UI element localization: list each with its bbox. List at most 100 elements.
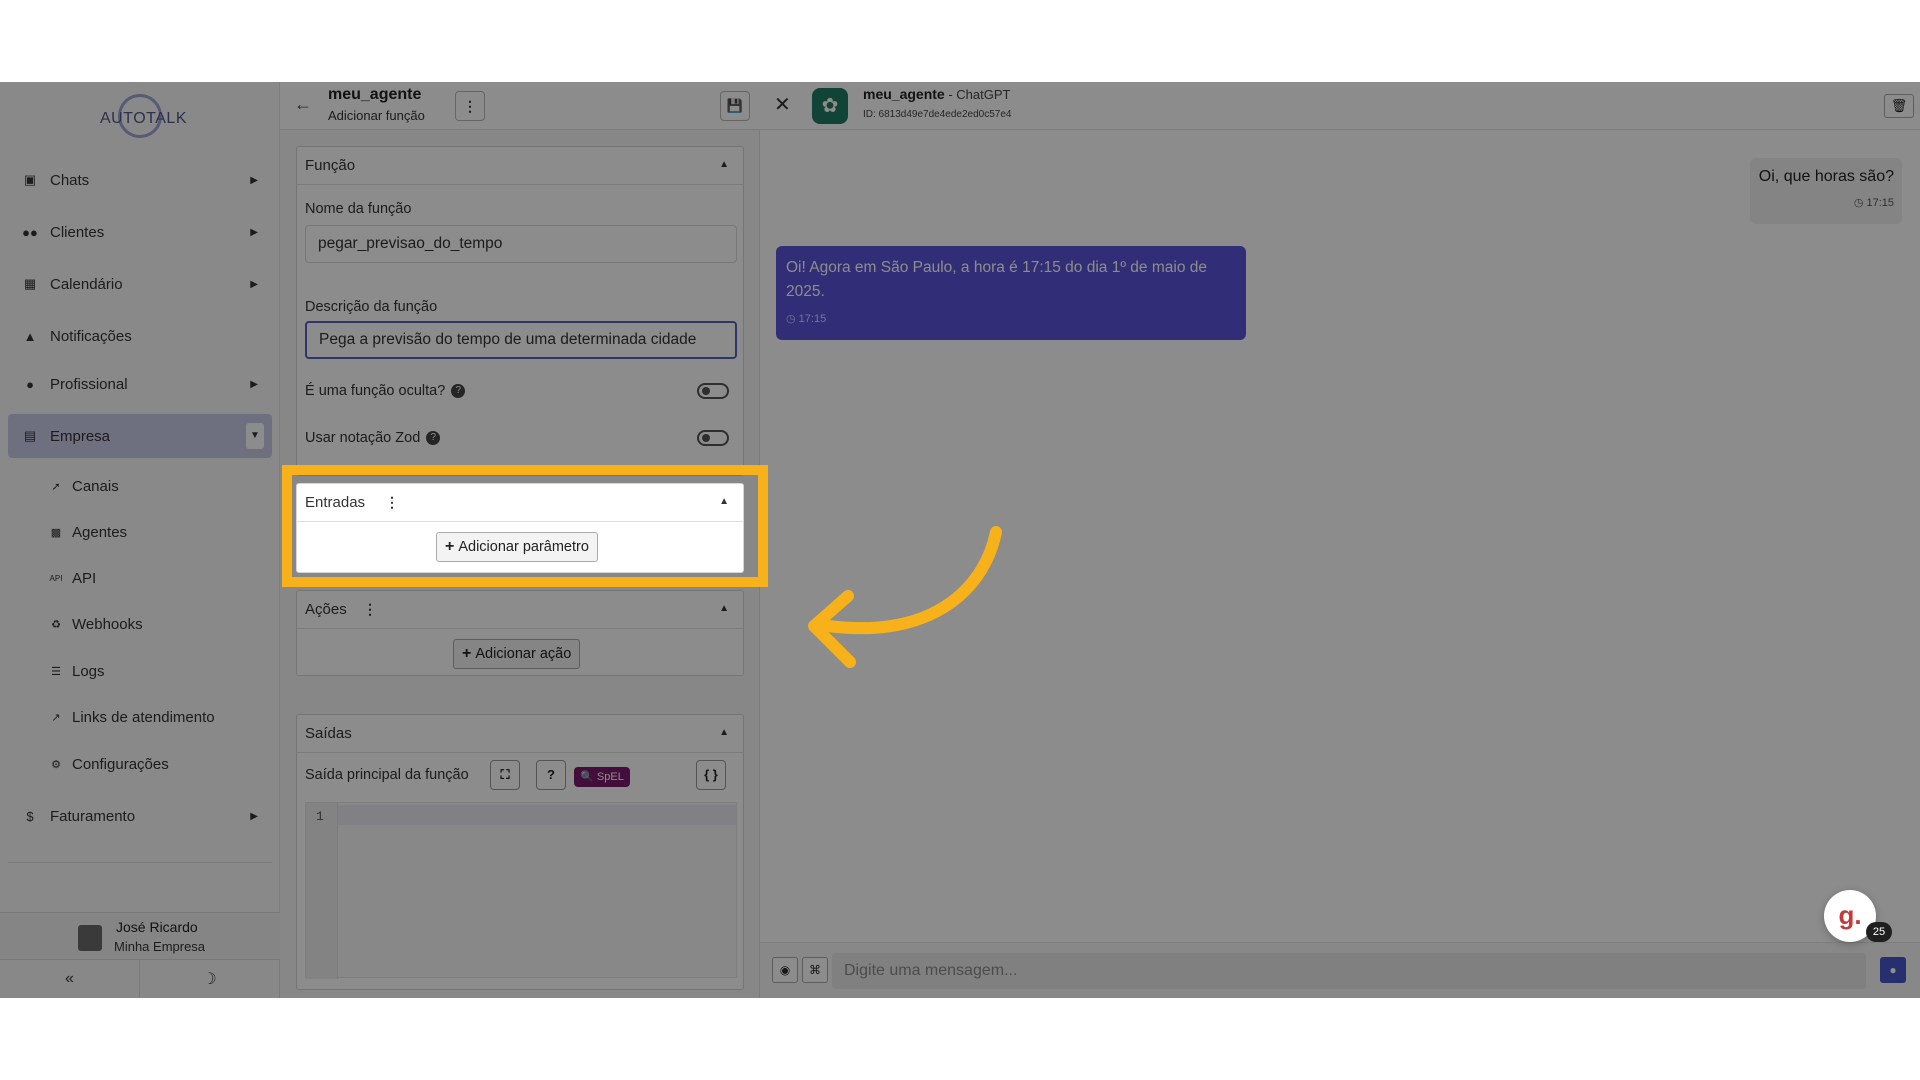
entradas-panel: Entradas ⋮ ▲ + Adicionar parâmetro [296, 483, 744, 573]
kebab-menu-button[interactable]: ⋮ [455, 91, 485, 121]
calendar-icon: ▦ [23, 276, 37, 291]
attachment-icon[interactable]: ⌘ [802, 957, 828, 983]
caret-right-icon: ▶ [250, 810, 258, 822]
pointer-arrow [808, 526, 1002, 668]
user-tie-icon: ● [26, 376, 34, 392]
caret-up-icon[interactable]: ▲ [719, 603, 729, 614]
sidebar-subitem-label: Webhooks [72, 615, 143, 633]
agent-id: ID: 6813d49e7de4ede2ed0c57e4 [863, 109, 1012, 120]
fullscreen-icon[interactable]: ⛶ [490, 760, 520, 790]
camera-icon[interactable]: ◉ [772, 957, 798, 983]
help-button[interactable]: ? [536, 760, 566, 790]
funcao-panel: Função ▲ Nome da função pegar_previsao_d… [296, 146, 744, 476]
plus-icon: + [462, 645, 472, 662]
zod-notation-toggle[interactable] [697, 430, 729, 446]
sidebar-subitem-webhooks[interactable]: ♻ Webhooks [48, 606, 143, 642]
collapse-sidebar-button[interactable]: « [0, 960, 140, 998]
user-company: Minha Empresa [114, 939, 206, 954]
hidden-function-toggle[interactable] [697, 383, 729, 399]
sidebar-item-faturamento[interactable]: $ Faturamento ▶ [8, 794, 272, 838]
add-parameter-button[interactable]: + Adicionar parâmetro [436, 532, 598, 562]
panel-title: Ações [305, 601, 347, 618]
spel-badge[interactable]: 🔍 SpEL [574, 767, 630, 787]
sidebar-divider [8, 862, 272, 863]
close-icon[interactable]: ✕ [774, 92, 791, 117]
saidas-panel-header[interactable]: Saídas ▲ [297, 715, 743, 753]
robot-icon: ▩ [50, 526, 62, 539]
sidebar-item-chats[interactable]: ▣ Chats ▶ [8, 158, 272, 202]
dark-mode-button[interactable]: ☽ [140, 960, 280, 998]
sidebar-subitem-label: Agentes [72, 523, 128, 541]
sidebar-subitem-canais[interactable]: ➚ Canais [48, 468, 119, 504]
sidebar-item-notificacoes[interactable]: ▲ Notificações [8, 314, 272, 358]
sidebar-subitem-api[interactable]: API API [48, 560, 97, 596]
save-button[interactable]: 💾 [720, 91, 750, 121]
caret-down-icon[interactable]: ▼ [246, 423, 264, 449]
help-icon[interactable]: ? [451, 384, 466, 399]
acoes-panel-header[interactable]: Ações ⋮ ▲ [297, 591, 743, 629]
bell-icon: ▲ [23, 328, 37, 344]
agent-name: meu_agente - ChatGPT [863, 86, 1010, 102]
current-line [338, 805, 736, 825]
sidebar-subitem-agentes[interactable]: ▩ Agentes [48, 514, 127, 550]
kebab-icon[interactable]: ⋮ [363, 601, 377, 618]
acoes-panel: Ações ⋮ ▲ + Adicionar ação [296, 590, 744, 676]
main-output-label: Saída principal da função [305, 767, 469, 783]
help-icon[interactable]: ? [426, 431, 441, 446]
chat-header: ✕ ✿ meu_agente - ChatGPT ID: 6813d49e7de… [760, 82, 1920, 130]
sidebar-item-label: Clientes [50, 223, 105, 241]
sidebar-subitem-configuracoes[interactable]: ⚙ Configurações [48, 746, 169, 782]
agent-name-text: meu_agente [863, 86, 945, 102]
sidebar-footer: « ☽ [0, 960, 280, 998]
line-number: 1 [316, 809, 324, 824]
add-action-button[interactable]: + Adicionar ação [453, 639, 581, 669]
user-card[interactable]: José Ricardo Minha Empresa [0, 912, 280, 960]
microphone-icon[interactable]: ● [1880, 957, 1906, 983]
dollar-icon: $ [26, 808, 34, 824]
code-braces-icon[interactable]: { } [696, 760, 726, 790]
function-name-input[interactable]: pegar_previsao_do_tempo [305, 225, 737, 263]
chat-input-bar: ◉ ⌘ Digite uma mensagem... ● [760, 942, 1920, 998]
sidebar-item-empresa[interactable]: ▤ Empresa ▼ [8, 414, 272, 458]
funcao-panel-header[interactable]: Função ▲ [297, 147, 743, 185]
function-description-input[interactable]: Pega a previsão do tempo de uma determin… [305, 321, 737, 359]
user-name: José Ricardo [116, 919, 198, 935]
sidebar-subitem-logs[interactable]: ☰ Logs [48, 653, 105, 689]
add-parameter-label: Adicionar parâmetro [458, 539, 589, 555]
sidebar-subitem-label: Canais [72, 477, 119, 495]
sidebar: AUTOTALK ▣ Chats ▶ ●● Clientes ▶ ▦ Calen… [0, 82, 280, 998]
message-input[interactable]: Digite uma mensagem... [832, 953, 1866, 989]
message-text: Oi, que horas são? [1758, 168, 1894, 185]
message-time: ◷ 17:15 [1853, 197, 1894, 209]
plus-icon: + [445, 538, 455, 555]
sidebar-item-label: Faturamento [50, 807, 136, 825]
message-time-text: 17:15 [1866, 197, 1894, 209]
hidden-function-text: É uma função oculta? [305, 383, 446, 399]
panel-title: Entradas [305, 494, 366, 511]
caret-up-icon[interactable]: ▲ [719, 496, 729, 507]
back-arrow-icon[interactable]: ← [294, 94, 312, 115]
sidebar-item-clientes[interactable]: ●● Clientes ▶ [8, 210, 272, 254]
sidebar-subitem-links[interactable]: ↗ Links de atendimento [48, 699, 214, 735]
sidebar-item-calendario[interactable]: ▦ Calendário ▶ [8, 262, 272, 306]
trash-button[interactable]: 🗑 [1884, 94, 1914, 118]
chat-widget-letter: g. [1838, 900, 1862, 930]
caret-up-icon[interactable]: ▲ [719, 727, 729, 738]
output-code-editor[interactable]: 1 [305, 802, 737, 979]
sidebar-item-label: Chats [50, 171, 90, 189]
sidebar-subitem-label: Configurações [72, 755, 169, 773]
sidebar-subitem-label: Logs [72, 662, 105, 680]
caret-up-icon[interactable]: ▲ [719, 159, 729, 170]
list-icon: ☰ [51, 665, 61, 678]
spel-label: SpEL [596, 771, 624, 783]
panel-title: Saídas [305, 725, 352, 742]
sidebar-item-profissional[interactable]: ● Profissional ▶ [8, 362, 272, 406]
caret-right-icon: ▶ [250, 278, 258, 290]
app-window: AUTOTALK ▣ Chats ▶ ●● Clientes ▶ ▦ Calen… [0, 82, 1920, 998]
entradas-panel-header[interactable]: Entradas ⋮ ▲ [297, 484, 743, 522]
add-action-label: Adicionar ação [475, 646, 572, 662]
chat-icon: ▣ [23, 172, 37, 187]
kebab-icon[interactable]: ⋮ [385, 494, 399, 511]
building-icon: ▤ [23, 428, 37, 443]
editor-title: meu_agente [328, 86, 422, 103]
